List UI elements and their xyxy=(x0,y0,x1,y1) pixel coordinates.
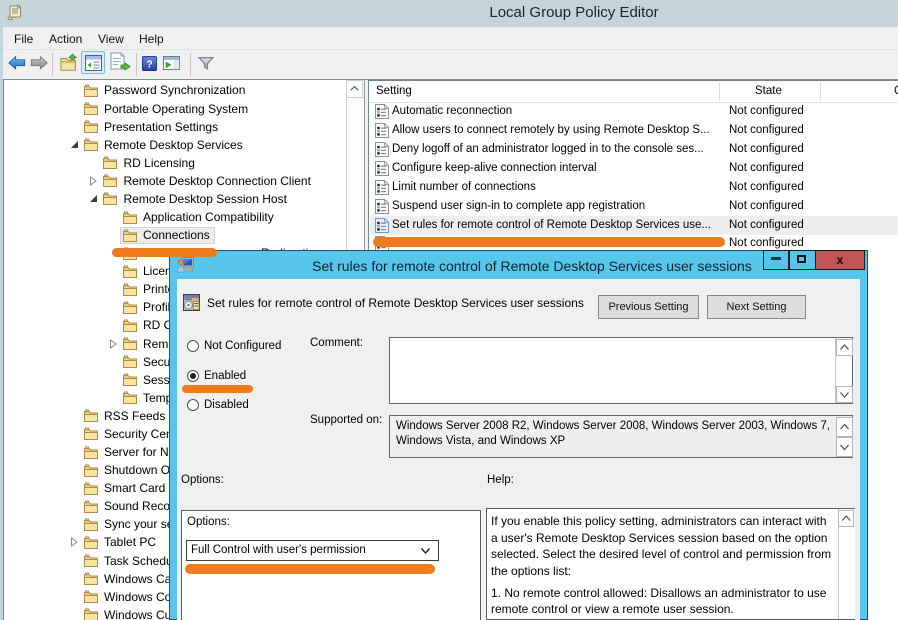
svg-text:?: ? xyxy=(146,58,152,70)
